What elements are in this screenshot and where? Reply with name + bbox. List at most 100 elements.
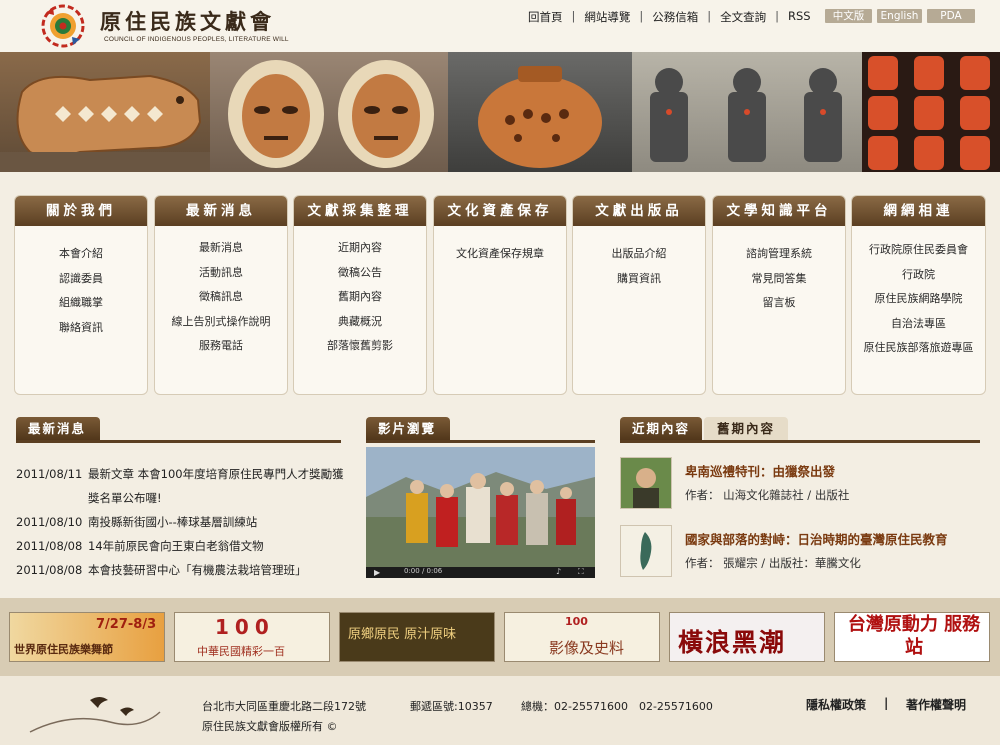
lang-chinese-button[interactable]: 中文版 [825,9,872,23]
menu-title[interactable]: 關於我們 [15,196,147,226]
menu-publications: 文獻出版品 出版品介紹 購買資訊 [572,195,706,395]
menu-title[interactable]: 文獻出版品 [573,196,705,226]
news-divider [16,440,341,443]
partner-label: 中華民國精彩一百 [197,645,285,658]
menu-link[interactable]: 組織職掌 [15,291,147,316]
news-item[interactable]: 2011/08/08 14年前原民會向王東白老翁借文物 [16,534,346,558]
menu-link[interactable]: 部落懷舊剪影 [294,334,426,359]
partner-banner[interactable]: 100 中華民國精彩一百 [174,612,330,662]
lang-pda-button[interactable]: PDA [927,9,975,23]
video-frame [366,447,595,578]
menu-link[interactable]: 認識委員 [15,267,147,292]
nav-search[interactable]: 全文查詢 [714,9,772,25]
menu-link[interactable]: 典藏概況 [294,310,426,335]
nav-separator: | [707,9,712,23]
nav-home[interactable]: 回首頁 [522,9,569,25]
menu-link[interactable]: 行政院原住民委員會 [852,238,985,263]
news-date: 2011/08/11 [16,467,83,481]
play-icon[interactable]: ▶ [374,568,380,577]
menu-link[interactable]: 本會介紹 [15,242,147,267]
footer: 台北市大同區重慶北路二段172號 郵遞區號:10357 總機：02-255716… [0,676,1000,745]
menu-link[interactable]: 行政院 [852,263,985,288]
menu-title[interactable]: 最新消息 [155,196,287,226]
hero-banner [0,52,1000,172]
menu-knowledge: 文學知識平台 諮詢管理系統 常見問答集 留言板 [712,195,846,395]
menu-link[interactable]: 最新消息 [155,236,287,261]
menu-link[interactable]: 自治法專區 [852,312,985,337]
copyright-statement-link[interactable]: 著作權聲明 [906,696,966,713]
video-section-title: 影片瀏覽 [366,417,450,441]
video-divider [366,440,595,443]
footer-zip: 郵遞區號:10357 [410,700,493,713]
recent-title[interactable]: 卑南巡禮特刊：由獵祭出發 [685,461,835,480]
partner-banner[interactable]: 原鄉原民 原汁原味 [339,612,495,662]
menu-link[interactable]: 徵稿訊息 [155,285,287,310]
recent-item[interactable]: 卑南巡禮特刊：由獵祭出發 作者： 山海文化雜誌社 / 出版社 [620,457,990,513]
menu-title[interactable]: 網網相連 [852,196,985,226]
menu-link[interactable]: 原住民族部落旅遊專區 [852,336,985,361]
partner-sub: 100 [565,615,588,628]
menu-title[interactable]: 文化資產保存 [434,196,566,226]
nav-mailbox[interactable]: 公務信箱 [646,9,704,25]
news-date: 2011/08/10 [16,515,83,529]
menu-link[interactable]: 舊期內容 [294,285,426,310]
book-cover-thumbnail[interactable] [620,525,672,577]
menu-link[interactable]: 活動訊息 [155,261,287,286]
fullscreen-icon[interactable]: ⛶ [578,567,584,577]
privacy-policy-link[interactable]: 隱私權政策 [806,696,866,713]
nav-rss[interactable]: RSS [782,9,817,25]
menu-title[interactable]: 文獻採集整理 [294,196,426,226]
news-title[interactable]: 南投縣新街國小--棒球基層訓練站 [88,510,346,534]
tab-archive[interactable]: 舊期內容 [704,417,788,441]
menu-link[interactable]: 近期內容 [294,236,426,261]
news-item[interactable]: 2011/08/10 南投縣新街國小--棒球基層訓練站 [16,510,346,534]
video-player[interactable]: ▶ 0:00 / 0:06 ♪ ⛶ [366,447,595,578]
menu-link[interactable]: 聯絡資訊 [15,316,147,341]
menu-link[interactable]: 留言板 [713,291,845,316]
banner-carving-masks [210,52,448,172]
category-menus: 關於我們 本會介紹 認識委員 組織職掌 聯絡資訊 最新消息 最新消息 活動訊息 … [14,195,986,395]
menu-link[interactable]: 購買資訊 [573,267,705,292]
partner-label: 影像及史料 [549,639,625,657]
partner-label: 台灣原動力 服務站 [847,614,981,658]
top-nav: 回首頁 | 網站導覽 | 公務信箱 | 全文查詢 | RSS [522,9,817,25]
menu-link[interactable]: 文化資產保存規章 [434,242,566,267]
volume-icon[interactable]: ♪ [556,567,561,576]
nav-separator: | [775,9,779,23]
recent-item[interactable]: 國家與部落的對峙：日治時期的臺灣原住民教育 作者： 張耀宗 / 出版社：華騰文化 [620,525,990,581]
menu-link[interactable]: 出版品介紹 [573,242,705,267]
menu-link[interactable]: 常見問答集 [713,267,845,292]
menu-title[interactable]: 文學知識平台 [713,196,845,226]
bird-decoration-icon [29,697,161,733]
partner-banner[interactable]: 世界原住民族樂舞節 7/27-8/3 [9,612,165,662]
book-cover-thumbnail[interactable] [620,457,672,509]
news-item[interactable]: 2011/08/08 本會技藝研習中心「有機農法栽培管理班」 [16,558,346,582]
tab-recent[interactable]: 近期內容 [620,417,702,441]
partner-label: 原鄉原民 原汁原味 [348,627,457,642]
recent-meta: 作者： 張耀宗 / 出版社：華騰文化 [685,556,861,570]
partner-banner[interactable]: 橫浪黑潮 [669,612,825,662]
menu-link[interactable]: 服務電話 [155,334,287,359]
news-title[interactable]: 最新文章 本會100年度培育原住民專門人才獎勵獲獎名單公布囉! [88,462,346,510]
news-date: 2011/08/08 [16,539,83,553]
site-subtitle: COUNCIL OF INDIGENOUS PEOPLES, LITERATUR… [104,36,289,43]
recent-title[interactable]: 國家與部落的對峙：日治時期的臺灣原住民教育 [685,529,948,548]
recent-divider [620,440,980,443]
nav-sitemap[interactable]: 網站導覽 [578,9,636,25]
menu-link[interactable]: 徵稿公告 [294,261,426,286]
menu-link[interactable]: 原住民族網路學院 [852,287,985,312]
nav-separator: | [571,9,576,23]
partner-banner[interactable]: 台灣原動力 服務站 [834,612,990,662]
lang-english-button[interactable]: English [877,9,922,23]
footer-separator: | [884,696,889,710]
footer-address: 台北市大同區重慶北路二段172號 [202,700,366,713]
menu-link[interactable]: 線上告別式操作說明 [155,310,287,335]
menu-link[interactable]: 諮詢管理系統 [713,242,845,267]
menu-heritage: 文化資產保存 文化資產保存規章 [433,195,567,395]
news-item[interactable]: 2011/08/11 最新文章 本會100年度培育原住民專門人才獎勵獲獎名單公布囉… [16,462,346,510]
news-title[interactable]: 本會技藝研習中心「有機農法栽培管理班」 [88,558,346,582]
partner-banner[interactable]: 100 影像及史料 [504,612,660,662]
logo-icon[interactable] [40,3,86,49]
site-title[interactable]: 原住民族文獻會 [100,6,275,36]
news-title[interactable]: 14年前原民會向王東白老翁借文物 [88,534,346,558]
